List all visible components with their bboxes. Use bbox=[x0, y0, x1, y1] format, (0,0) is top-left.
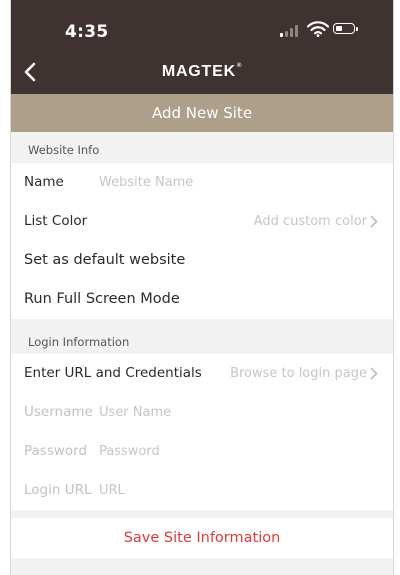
brand-logo: MAGTEK® bbox=[11, 63, 393, 81]
name-label: Name bbox=[24, 174, 64, 190]
browse-login-page-link[interactable]: Browse to login page bbox=[230, 354, 367, 393]
login-url-input[interactable]: URL bbox=[99, 471, 125, 510]
website-name-input[interactable]: Website Name bbox=[99, 163, 193, 202]
url-credentials-row[interactable]: Enter URL and Credentials Browse to logi… bbox=[11, 354, 393, 393]
username-input[interactable]: User Name bbox=[99, 393, 171, 432]
url-credentials-label: Enter URL and Credentials bbox=[24, 365, 202, 381]
login-url-label: Login URL bbox=[24, 482, 92, 498]
status-time: 4:35 bbox=[65, 22, 109, 42]
password-label: Password bbox=[24, 443, 88, 459]
cellular-signal-icon bbox=[280, 25, 302, 37]
save-site-label: Save Site Information bbox=[123, 530, 281, 546]
chevron-right-icon bbox=[370, 367, 378, 380]
full-screen-row[interactable]: Run Full Screen Mode bbox=[11, 280, 393, 319]
username-row[interactable]: Username User Name bbox=[11, 393, 393, 432]
list-color-row[interactable]: List Color Add custom color bbox=[11, 202, 393, 241]
password-input[interactable]: Password bbox=[99, 432, 160, 471]
navigation-bar: 4:35 MAGTEK® bbox=[11, 0, 393, 94]
section-label-login-info: Login Information bbox=[28, 335, 130, 349]
username-label: Username bbox=[24, 404, 93, 420]
section-label-website-info: Website Info bbox=[28, 143, 100, 157]
add-custom-color-link[interactable]: Add custom color bbox=[254, 202, 367, 241]
wifi-icon bbox=[307, 21, 329, 37]
login-url-row[interactable]: Login URL URL bbox=[11, 471, 393, 510]
full-screen-label: Run Full Screen Mode bbox=[24, 291, 180, 307]
list-color-label: List Color bbox=[24, 213, 88, 229]
page-title: Add New Site bbox=[11, 94, 393, 132]
brand-name: MAGTEK bbox=[161, 63, 236, 80]
chevron-right-icon bbox=[370, 215, 378, 228]
name-row[interactable]: Name Website Name bbox=[11, 163, 393, 202]
save-site-button[interactable]: Save Site Information bbox=[11, 518, 393, 558]
password-row[interactable]: Password Password bbox=[11, 432, 393, 471]
registered-mark: ® bbox=[236, 63, 243, 69]
battery-icon bbox=[333, 23, 358, 34]
app-screen: 4:35 MAGTEK® Add New Site Website Info N… bbox=[10, 0, 394, 575]
set-default-row[interactable]: Set as default website bbox=[11, 241, 393, 280]
set-default-label: Set as default website bbox=[24, 252, 186, 268]
